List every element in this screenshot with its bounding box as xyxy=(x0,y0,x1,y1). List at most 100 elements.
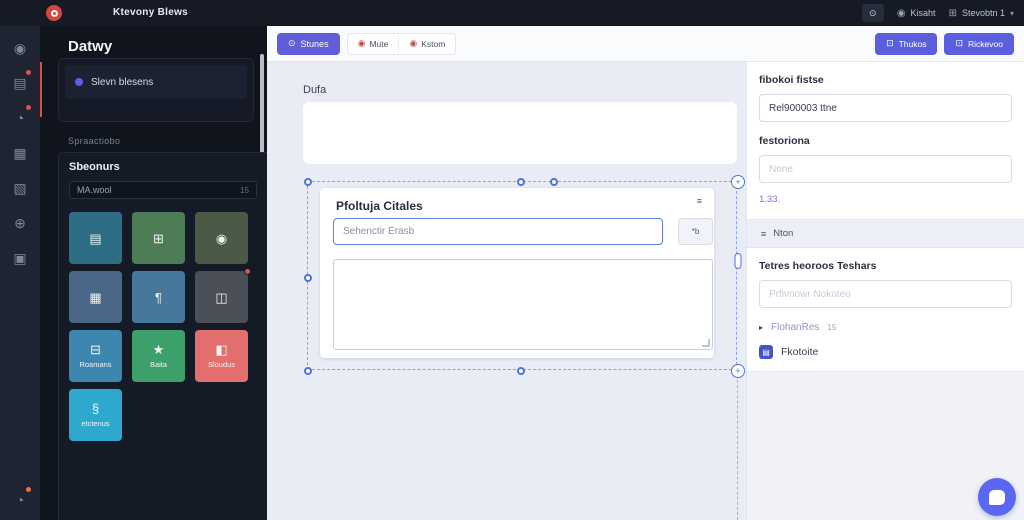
publish-button[interactable]: ⊡ Rickevoo xyxy=(944,32,1014,55)
question-card[interactable]: Pfoltuja Citales ≡ *b xyxy=(320,188,714,358)
rail-item-3[interactable]: ▦ xyxy=(0,141,40,165)
tab-label: Mute xyxy=(369,38,389,49)
question-settings-button[interactable]: *b xyxy=(678,218,713,245)
tile-icon: ▦ xyxy=(89,289,102,305)
resize-handle-top-center[interactable] xyxy=(517,178,525,186)
notification-dot xyxy=(25,69,32,76)
resize-grip-icon[interactable] xyxy=(702,339,710,347)
element-tile[interactable]: ▤ xyxy=(69,212,122,264)
row-icon: ▤ xyxy=(762,347,770,357)
active-accent-bar xyxy=(40,62,42,117)
help-icon: ◔ xyxy=(15,492,25,508)
canvas-toolbar: ⊙ Stunes ◉ Mute ◉ Kstom ⊡ Thukos ⊡ Ricke… xyxy=(267,26,1024,62)
rail-item-1[interactable]: ▤ xyxy=(0,69,40,95)
grid-icon: ▦ xyxy=(13,144,27,161)
move-handle-bottom-right[interactable]: + xyxy=(731,364,745,378)
page-label: Dufa xyxy=(303,84,327,96)
inspector-row-2[interactable]: ▤ Fkotoite xyxy=(759,345,1012,359)
page-list-item-selected[interactable]: Slevn blesens xyxy=(65,65,247,99)
preview-button[interactable]: ⊡ Thukos xyxy=(875,32,938,55)
notification-dot xyxy=(25,486,32,493)
element-tile[interactable]: ¶ xyxy=(132,271,185,323)
tile-icon: ◉ xyxy=(215,230,228,246)
element-tile[interactable]: ▦ xyxy=(69,271,122,323)
tile-icon: ★ xyxy=(152,342,165,357)
rail-item-6[interactable]: ▣ xyxy=(0,246,40,270)
element-tile[interactable]: ◧ Sloudus xyxy=(195,330,248,382)
resize-handle-top-left[interactable] xyxy=(304,178,312,186)
drag-handle-mid-right[interactable] xyxy=(734,253,742,269)
panel-icon: ▤ xyxy=(13,74,27,91)
element-tile[interactable]: ★ Baita xyxy=(132,330,185,382)
rail-item-home[interactable]: ◉ xyxy=(0,36,40,60)
rail-item-help[interactable]: ◔ xyxy=(0,486,40,512)
chat-icon xyxy=(989,489,1005,505)
question-title-input[interactable] xyxy=(333,218,663,245)
tab-label: Kstom xyxy=(421,38,446,49)
resize-handle-bottom-center[interactable] xyxy=(517,367,525,375)
user-menu[interactable]: ◉ Kisaht xyxy=(897,8,936,19)
tile-icon: ¶ xyxy=(155,289,162,305)
sidebar-scrollbar[interactable] xyxy=(260,54,264,166)
question-title: Pfoltuja Citales xyxy=(336,199,423,213)
elements-search[interactable]: 15 xyxy=(69,181,257,199)
inspector-row-1[interactable]: ▸ FlohanRes 15 xyxy=(759,322,1012,333)
tab-options[interactable]: ◉ Kstom xyxy=(398,33,455,54)
elements-panel-title: Sbeonurs xyxy=(69,161,120,173)
question-menu-icon[interactable]: ≡ xyxy=(697,196,702,206)
tab-designer[interactable]: ⊙ Stunes xyxy=(277,32,340,55)
element-tile[interactable]: ⊞ xyxy=(132,212,185,264)
search-input[interactable] xyxy=(77,185,241,195)
element-tile[interactable]: § etctenus xyxy=(69,389,122,441)
tab-preview[interactable]: ◉ Mute xyxy=(348,34,399,54)
element-tile-grid: ▤ ⊞ ◉ ▦ ¶ ◫ ⊟ Roamans ★ Baita ◧ Sloudus § et… xyxy=(69,212,257,441)
inspector-toggle-row[interactable]: ≡ Nton xyxy=(747,220,1024,248)
tab-label: Stunes xyxy=(300,38,329,49)
element-tile[interactable]: ◫ xyxy=(195,268,251,323)
tile-icon: ◧ xyxy=(215,342,228,357)
design-canvas[interactable]: Dufa + + Pfoltuja Citales ≡ *b xyxy=(267,62,746,520)
question-answer-area[interactable] xyxy=(333,259,713,350)
resize-handle-mid-left[interactable] xyxy=(304,274,312,282)
plus-circle-icon: ⊕ xyxy=(14,214,26,231)
tile-icon: ◫ xyxy=(215,289,228,305)
element-tile[interactable]: ⊟ Roamans xyxy=(69,330,122,382)
search-shortcut-hint: 15 xyxy=(240,185,249,195)
apps-grid-button[interactable]: ⊙ xyxy=(861,4,884,22)
field-label: fibokoi fistse xyxy=(759,74,824,86)
team-menu[interactable]: ⊞ Stevobtn 1 ▾ xyxy=(949,8,1014,19)
tile-label: Sloudus xyxy=(207,360,236,369)
tile-icon: ⊟ xyxy=(90,342,101,357)
app-logo-icon[interactable] xyxy=(46,5,62,21)
tile-label: Roamans xyxy=(79,360,112,369)
rail-item-2[interactable]: ◔ xyxy=(0,104,40,130)
toggle-icon: ≡ xyxy=(761,228,767,239)
status-dot-icon xyxy=(75,78,83,86)
resize-handle-top-center-2[interactable] xyxy=(550,178,558,186)
element-tile[interactable]: ◉ xyxy=(195,212,248,264)
caret-icon: ▸ xyxy=(759,323,764,332)
inspector-section-general: fibokoi fistse festoriona 1.33. xyxy=(747,62,1024,220)
rail-item-4[interactable]: ▧ xyxy=(0,176,40,200)
resize-handle-bottom-left[interactable] xyxy=(304,367,312,375)
app-title: Ktevony Blews xyxy=(113,7,189,18)
page-header-box[interactable] xyxy=(303,102,737,164)
name-field[interactable] xyxy=(759,94,1012,122)
user-icon: ◉ xyxy=(896,7,906,19)
page-list: Slevn blesens xyxy=(58,58,254,122)
inspector-section-choices: Tetres heoroos Teshars ▸ FlohanRes 15 ▤ … xyxy=(747,248,1024,372)
chat-widget-button[interactable] xyxy=(978,478,1016,516)
section-label: Tetres heoroos Teshars xyxy=(759,260,877,272)
row-badge: 15 xyxy=(827,323,837,332)
move-handle-top-right[interactable]: + xyxy=(731,175,745,189)
choices-field[interactable] xyxy=(759,280,1012,308)
field-label: festoriona xyxy=(759,135,810,147)
rail-item-5[interactable]: ⊕ xyxy=(0,211,40,235)
tab-group: ◉ Mute ◉ Kstom xyxy=(346,32,457,55)
top-bar: Ktevony Blews ⊙ ◉ Kisaht ⊞ Stevobtn 1 ▾ xyxy=(0,0,1024,26)
sidebar-title: Datwy xyxy=(68,38,113,55)
more-options-link[interactable]: 1.33. xyxy=(759,194,780,205)
alignment-guide xyxy=(737,370,738,520)
destination-field[interactable] xyxy=(759,155,1012,183)
tile-icon: § xyxy=(91,401,100,416)
